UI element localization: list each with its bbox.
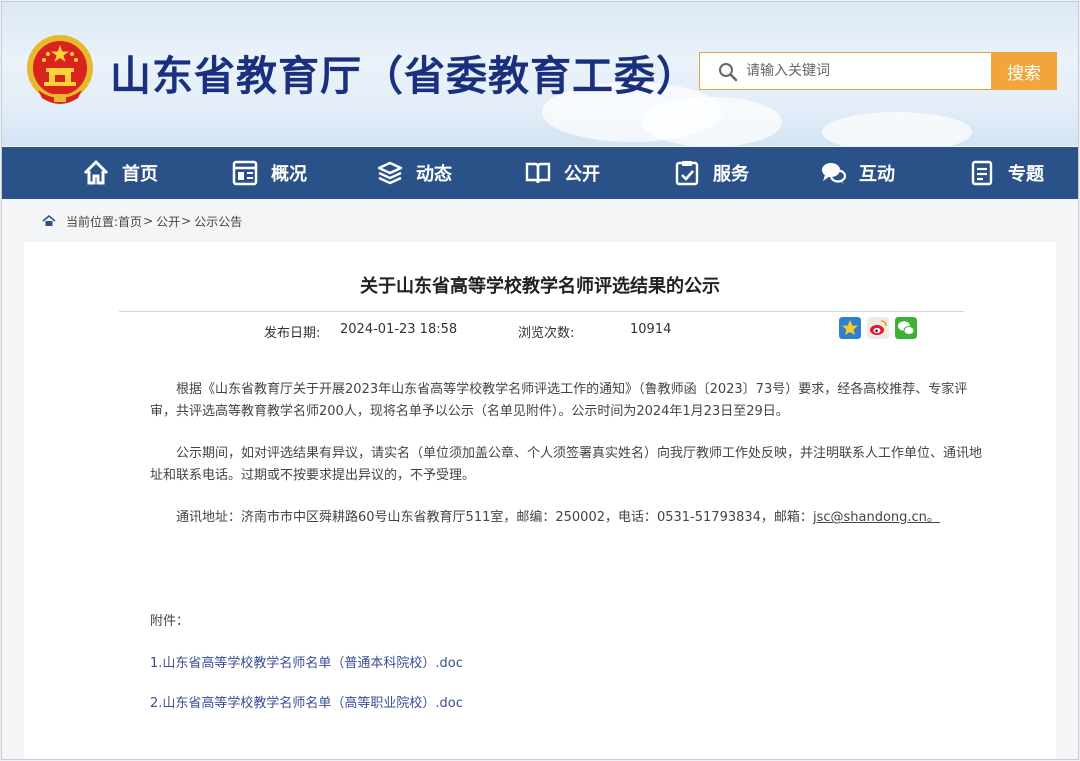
cloud-decoration: [822, 112, 972, 146]
contact-email-link[interactable]: jsc@shandong.cn。: [813, 510, 940, 525]
search-box: [699, 52, 991, 90]
breadcrumb-home[interactable]: 首页: [118, 213, 142, 230]
article-paragraph: 根据《山东省教育厅关于开展2023年山东省高等学校教学名师评选工作的通知》（鲁教…: [150, 382, 968, 419]
wechat-icon[interactable]: [895, 317, 917, 339]
nav-item-service[interactable]: 服务: [673, 147, 749, 199]
nav-item-news[interactable]: 动态: [376, 147, 452, 199]
breadcrumb-separator: >: [181, 214, 192, 228]
search-icon: [719, 63, 738, 82]
weibo-icon[interactable]: [867, 317, 889, 339]
nav-item-topics[interactable]: 专题: [968, 147, 1044, 199]
breadcrumb-announcements[interactable]: 公示公告: [194, 213, 242, 230]
contact-address: 通讯地址：济南市市中区舜耕路60号山东省教育厅511室，邮编：250002，电话…: [176, 510, 813, 525]
views-label: 浏览次数:: [518, 326, 575, 341]
attachment-link[interactable]: 2.山东省高等学校教学名师名单（高等职业院校）.doc: [150, 692, 463, 711]
nav-item-home[interactable]: 首页: [82, 147, 158, 199]
nav-item-overview[interactable]: 概况: [231, 147, 307, 199]
document-icon: [971, 160, 993, 186]
breadcrumb-prefix: 当前位置:: [66, 214, 119, 229]
cloud-decoration: [642, 97, 782, 146]
window-icon: [232, 160, 258, 186]
nav-label: 首页: [122, 164, 158, 185]
site-header: 山东省教育厅（省委教育工委） 搜索: [2, 2, 1078, 146]
main-nav: 首页 概况 动态 公开 服务 互动 专题: [2, 147, 1078, 199]
attachments-label: 附件：: [150, 614, 190, 629]
publish-date: 2024-01-23 18:58: [340, 322, 458, 337]
publish-date-label: 发布日期:: [264, 326, 321, 341]
contact-paragraph: 通讯地址：济南市市中区舜耕路60号山东省教育厅511室，邮编：250002，电话…: [150, 507, 990, 529]
service-icon: [675, 161, 699, 186]
chat-icon: [822, 163, 847, 184]
article-title: 关于山东省高等学校教学名师评选结果的公示: [360, 276, 720, 297]
search-input[interactable]: [746, 53, 986, 89]
book-icon: [525, 162, 551, 184]
article-panel: 关于山东省高等学校教学名师评选结果的公示 发布日期: 2024-01-23 18…: [24, 242, 1056, 759]
qzone-star-icon[interactable]: [839, 317, 861, 339]
nav-label: 服务: [713, 164, 749, 185]
article-paragraph: 公示期间，如对评选结果有异议，请实名（单位须加盖公章、个人须签署真实姓名）向我厅…: [150, 446, 983, 483]
nav-label: 公开: [564, 164, 600, 185]
nav-item-interaction[interactable]: 互动: [819, 147, 895, 199]
nav-label: 动态: [416, 164, 452, 185]
home-icon: [42, 214, 56, 226]
national-emblem-icon: [27, 35, 93, 104]
views-count: 10914: [630, 322, 672, 337]
search-button[interactable]: 搜索: [991, 52, 1057, 90]
site-title: 山东省教育厅（省委教育工委）: [110, 52, 698, 100]
nav-label: 概况: [271, 164, 307, 185]
nav-label: 专题: [1008, 164, 1044, 185]
breadcrumb-separator: >: [143, 214, 154, 228]
breadcrumb: 当前位置: 首页 > 公开 > 公示公告: [42, 212, 242, 230]
title-divider: [119, 311, 964, 312]
attachment-link[interactable]: 1.山东省高等学校教学名师名单（普通本科院校）.doc: [150, 652, 463, 671]
nav-item-public[interactable]: 公开: [524, 147, 600, 199]
breadcrumb-public[interactable]: 公开: [156, 213, 180, 230]
home-icon: [83, 160, 109, 185]
page-frame: 山东省教育厅（省委教育工委） 搜索 首页: [1, 1, 1079, 760]
nav-label: 互动: [859, 164, 895, 185]
stack-icon: [377, 161, 403, 185]
